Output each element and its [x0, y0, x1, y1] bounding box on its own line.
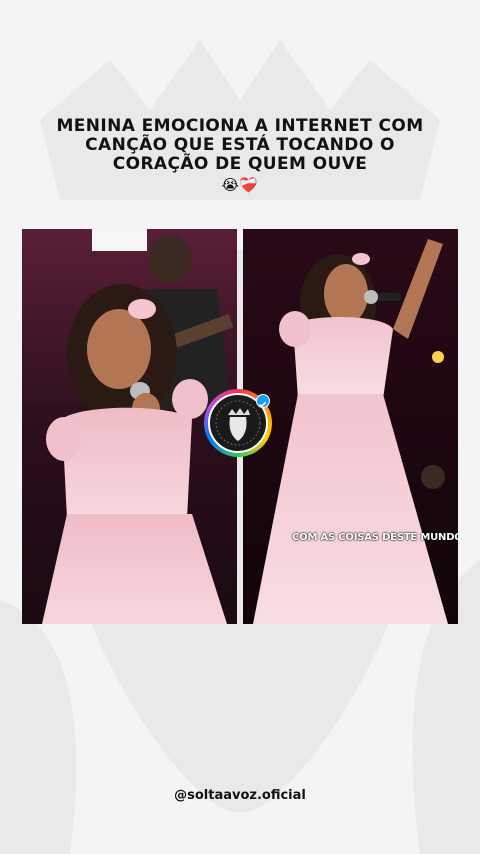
verified-check-icon — [256, 394, 270, 408]
headline-line-1: MENINA EMOCIONA A INTERNET COM — [56, 116, 424, 136]
headline-line-2: CANÇÃO QUE ESTÁ TOCANDO O — [85, 135, 395, 155]
photo-right: COM AS COISAS DESTE MUNDO — [243, 229, 458, 624]
account-handle[interactable]: @soltaavoz.oficial — [0, 788, 480, 803]
headline-line-3: CORAÇÃO DE QUEM OUVE — [112, 154, 368, 174]
video-caption: COM AS COISAS DESTE MUNDO — [292, 532, 458, 543]
emoji-row: 😭❤️‍🩹 — [221, 176, 259, 194]
headline: MENINA EMOCIONA A INTERNET COM CANÇÃO QU… — [20, 116, 460, 195]
